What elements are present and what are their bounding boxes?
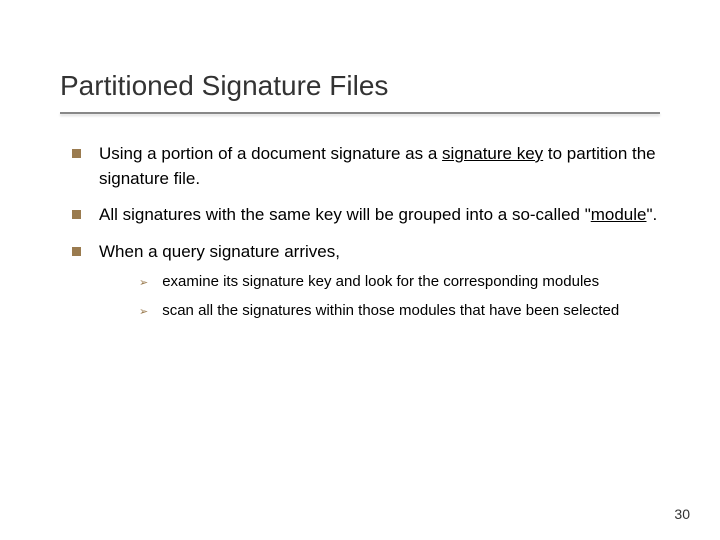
sub-bullet-text: scan all the signatures within those mod… (162, 300, 660, 321)
bullet-item: All signatures with the same key will be… (72, 203, 660, 228)
slide-title: Partitioned Signature Files (60, 70, 660, 102)
sub-bullet-item: ➢ scan all the signatures within those m… (139, 300, 660, 321)
bullet-text-pre: Using a portion of a document signature … (99, 144, 442, 163)
triangle-bullet-icon: ➢ (139, 276, 148, 291)
bullet-item: Using a portion of a document signature … (72, 142, 660, 191)
square-bullet-icon (72, 210, 81, 219)
title-underline (60, 112, 660, 114)
underlined-term: signature key (442, 144, 543, 163)
bullet-text: All signatures with the same key will be… (99, 203, 660, 228)
page-number: 30 (674, 506, 690, 522)
sub-bullet-list: ➢ examine its signature key and look for… (99, 271, 660, 321)
bullet-item: When a query signature arrives, ➢ examin… (72, 240, 660, 329)
bullet-text-pre: When a query signature arrives, (99, 242, 340, 261)
square-bullet-icon (72, 149, 81, 158)
square-bullet-icon (72, 247, 81, 256)
sub-bullet-item: ➢ examine its signature key and look for… (139, 271, 660, 292)
bullet-text-post: ". (647, 205, 658, 224)
main-bullet-list: Using a portion of a document signature … (60, 142, 660, 329)
triangle-bullet-icon: ➢ (139, 305, 148, 320)
bullet-text: Using a portion of a document signature … (99, 142, 660, 191)
bullet-text: When a query signature arrives, ➢ examin… (99, 240, 660, 329)
sub-bullet-text: examine its signature key and look for t… (162, 271, 660, 292)
underlined-term: module (591, 205, 647, 224)
bullet-text-pre: All signatures with the same key will be… (99, 205, 591, 224)
